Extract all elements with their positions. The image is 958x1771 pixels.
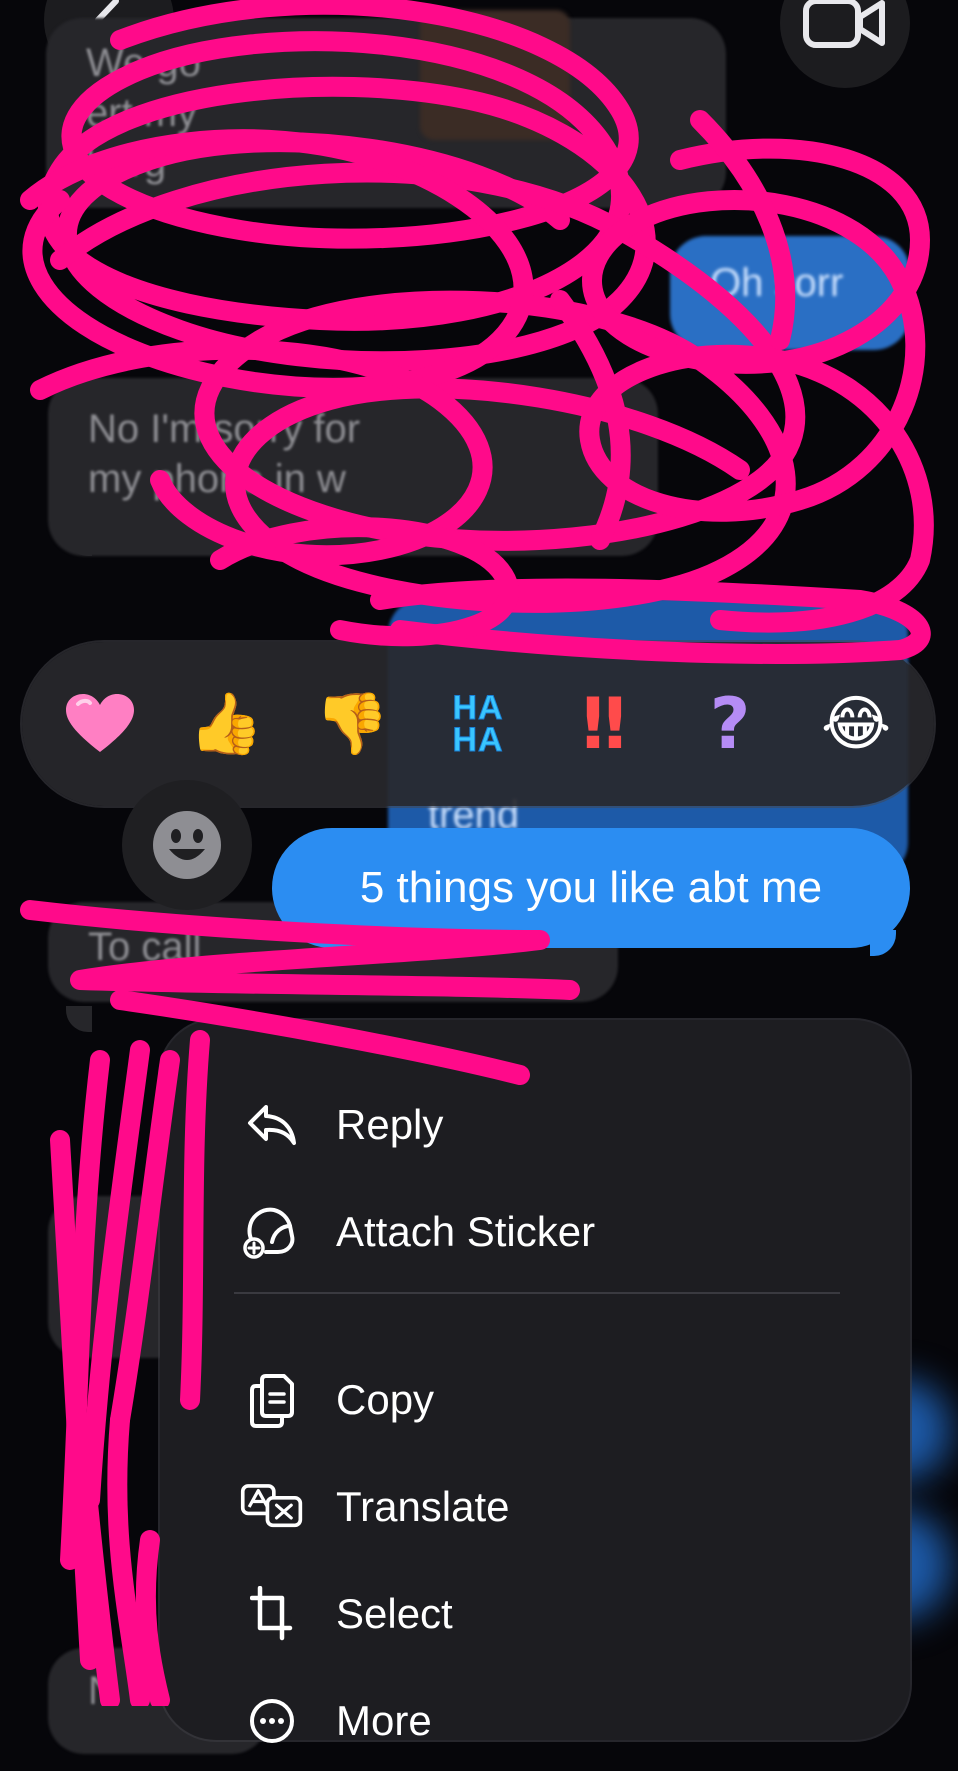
question-mark-icon: ? [709,683,751,765]
message-text: my phone in w [88,457,346,501]
thumbs-up-icon: 👍 [188,689,264,759]
message-text: No I'm sorry for [88,407,361,451]
tears-of-joy-icon: 😂 [820,689,892,759]
emphasize-reaction-button[interactable]: ‼ [564,684,644,764]
thumbs-down-icon: 👎 [314,689,390,759]
menu-item-label: Translate [336,1483,510,1530]
message-text: N [88,1669,117,1713]
more-icon [240,1689,304,1753]
selected-message-text: 5 things you like abt me [359,863,823,912]
heart-reaction-button[interactable] [60,684,140,764]
add-emoji-reaction-button[interactable] [122,780,252,910]
menu-item-label: Attach Sticker [336,1208,596,1255]
menu-item-label: Select [336,1590,453,1637]
message-text: ert my [86,91,198,135]
copy-icon [240,1368,304,1432]
translate-icon [240,1475,304,1539]
heart-icon [66,694,134,752]
menu-item-more[interactable]: More [160,1671,910,1771]
menu-item-translate[interactable]: Translate [160,1457,910,1557]
message-text: We go [86,41,201,85]
menu-item-select[interactable]: Select [160,1564,910,1664]
haha-icon: HA HA [452,689,504,759]
message-context-menu: Reply Attach Sticker Copy Translate Sele… [160,1020,910,1744]
incoming-message-bubble[interactable]: No I'm sorry for my phone in w [48,378,658,556]
thumbs-down-reaction-button[interactable]: 👎 [312,684,392,764]
laugh-reaction-button[interactable]: 😂 [816,684,896,764]
outgoing-message-bubble[interactable]: Oh sorr [670,236,910,350]
menu-item-copy[interactable]: Copy [160,1350,910,1450]
photo-thumbnail[interactable] [420,10,570,140]
haha-reaction-button[interactable]: HA HA [438,684,518,764]
double-exclamation-icon: ‼ [582,683,626,765]
crop-select-icon [240,1582,304,1646]
thumbs-up-reaction-button[interactable]: 👍 [186,684,266,764]
incoming-message-bubble[interactable]: We go ert my harg [46,18,726,208]
message-text: harg [86,141,167,185]
menu-item-label: Reply [336,1101,444,1148]
menu-item-attach-sticker[interactable]: Attach Sticker [160,1182,910,1282]
sticker-icon [240,1200,304,1264]
video-camera-icon [803,0,885,48]
smiley-face-icon [153,811,221,879]
message-text: To call [88,925,202,969]
selected-message-bubble[interactable]: 5 things you like abt me [272,828,910,948]
menu-item-reply[interactable]: Reply [160,1075,910,1175]
tapback-reaction-bar: 👍 👎 HA HA ‼ ? 😂 [22,642,934,806]
facetime-video-button[interactable] [780,0,910,88]
reply-icon [240,1093,304,1157]
menu-divider [234,1292,840,1294]
message-text: Oh sorr [710,261,844,305]
menu-item-label: Copy [336,1376,435,1423]
menu-item-label: More [336,1697,432,1744]
question-reaction-button[interactable]: ? [690,684,770,764]
